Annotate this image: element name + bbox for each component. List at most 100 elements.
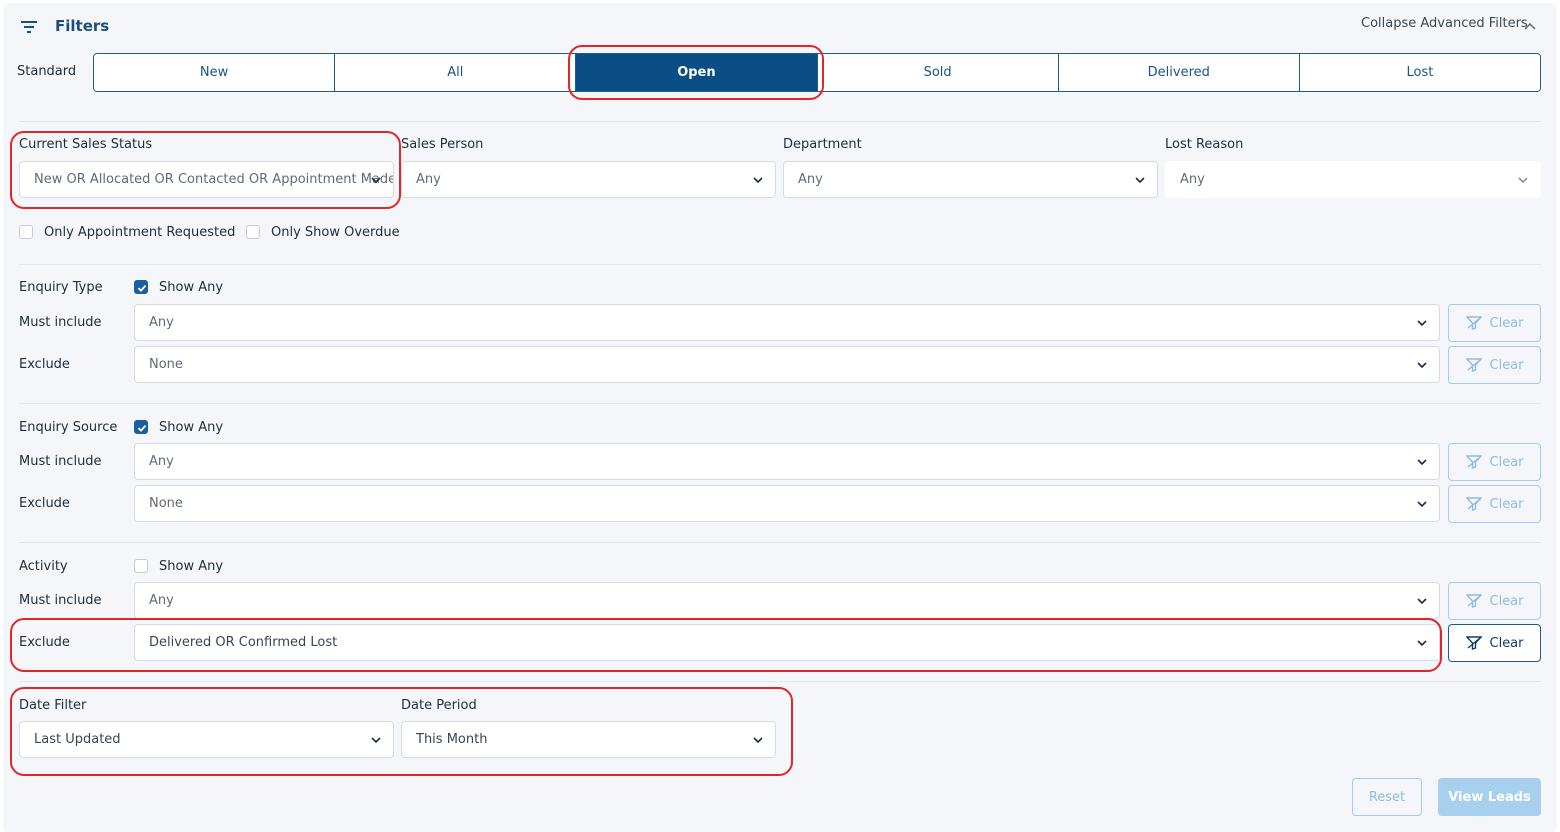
activity-must-include-value: Any	[149, 593, 174, 608]
date-period-label: Date Period	[401, 698, 477, 713]
filter-clear-icon	[1465, 636, 1482, 650]
tab-open[interactable]: Open	[576, 54, 818, 91]
date-filter-value: Last Updated	[34, 732, 121, 747]
enquiry-type-exclude-value: None	[149, 357, 183, 372]
enquiry-type-must-include-select[interactable]: Any	[134, 304, 1440, 341]
department-label: Department	[783, 137, 862, 152]
chevron-down-icon	[371, 737, 381, 744]
chevron-down-icon	[1417, 320, 1427, 327]
divider	[19, 542, 1541, 543]
activity-show-any-label: Show Any	[159, 559, 224, 574]
chevron-down-icon	[753, 737, 763, 744]
enquiry-source-exclude-select[interactable]: None	[134, 485, 1440, 522]
enquiry-source-label: Enquiry Source	[19, 420, 118, 435]
divider	[19, 681, 1541, 682]
sales-person-value: Any	[416, 172, 441, 187]
current-sales-status-label: Current Sales Status	[19, 137, 153, 152]
only-appointment-requested-checkbox[interactable]	[19, 225, 33, 239]
tab-sold[interactable]: Sold	[817, 54, 1059, 91]
current-sales-status-value: New OR Allocated OR Contacted OR Appoint…	[34, 172, 394, 187]
department-select[interactable]: Any	[783, 161, 1158, 198]
sales-person-select[interactable]: Any	[401, 161, 776, 198]
chevron-down-icon	[1417, 362, 1427, 369]
activity-must-include-select[interactable]: Any	[134, 582, 1440, 619]
sales-person-label: Sales Person	[401, 137, 484, 152]
enquiry-source-show-any-checkbox[interactable]	[134, 420, 148, 434]
tab-lost[interactable]: Lost	[1299, 54, 1540, 91]
enquiry-type-show-any-checkbox[interactable]	[134, 280, 148, 294]
enquiry-source-must-include-select[interactable]: Any	[134, 443, 1440, 480]
current-sales-status-select[interactable]: New OR Allocated OR Contacted OR Appoint…	[19, 161, 394, 198]
check-icon	[137, 424, 147, 432]
department-value: Any	[798, 172, 823, 187]
activity-show-any-checkbox[interactable]	[134, 559, 148, 573]
activity-label: Activity	[19, 559, 68, 574]
chevron-down-icon	[1417, 501, 1427, 508]
only-show-overdue-checkbox[interactable]	[246, 225, 260, 239]
activity-exclude-clear-button[interactable]: Clear	[1448, 624, 1541, 662]
check-icon	[137, 284, 147, 292]
activity-exclude-select[interactable]: Delivered OR Confirmed Lost	[134, 624, 1440, 661]
chevron-down-icon	[371, 177, 381, 184]
clear-label: Clear	[1489, 635, 1524, 651]
divider	[19, 264, 1541, 265]
date-period-select[interactable]: This Month	[401, 721, 776, 758]
filter-clear-icon	[1465, 455, 1482, 469]
divider	[19, 121, 1541, 122]
date-filter-label: Date Filter	[19, 698, 87, 713]
enquiry-source-must-include-value: Any	[149, 454, 174, 469]
clear-label: Clear	[1489, 593, 1524, 609]
enquiry-type-show-any-label: Show Any	[159, 280, 224, 295]
enquiry-source-exclude-label: Exclude	[19, 496, 70, 511]
standard-label: Standard	[17, 64, 77, 79]
enquiry-type-label: Enquiry Type	[19, 280, 103, 295]
enquiry-type-exclude-clear-button[interactable]: Clear	[1448, 346, 1541, 384]
filter-clear-icon	[1465, 316, 1482, 330]
activity-exclude-label: Exclude	[19, 635, 70, 650]
enquiry-source-must-include-label: Must include	[19, 454, 102, 469]
chevron-down-icon	[1417, 598, 1427, 605]
activity-exclude-value: Delivered OR Confirmed Lost	[149, 635, 338, 650]
only-show-overdue-label: Only Show Overdue	[271, 225, 400, 240]
activity-must-include-label: Must include	[19, 593, 102, 608]
clear-label: Clear	[1489, 454, 1524, 470]
enquiry-source-exclude-value: None	[149, 496, 183, 511]
filter-clear-icon	[1465, 497, 1482, 511]
enquiry-type-exclude-select[interactable]: None	[134, 346, 1440, 383]
enquiry-source-must-include-clear-button[interactable]: Clear	[1448, 443, 1541, 481]
enquiry-type-must-include-clear-button[interactable]: Clear	[1448, 304, 1541, 342]
lost-reason-select[interactable]: Any	[1165, 161, 1541, 198]
collapse-advanced-filters-link[interactable]: Collapse Advanced Filters	[1361, 16, 1528, 31]
activity-must-include-clear-button[interactable]: Clear	[1448, 582, 1541, 620]
only-appointment-requested-label: Only Appointment Requested	[44, 225, 236, 240]
enquiry-type-must-include-label: Must include	[19, 315, 102, 330]
chevron-down-icon	[753, 177, 763, 184]
date-period-value: This Month	[416, 732, 488, 747]
chevron-down-icon	[1417, 459, 1427, 466]
chevron-down-icon	[1518, 177, 1528, 184]
enquiry-source-exclude-clear-button[interactable]: Clear	[1448, 485, 1541, 523]
enquiry-type-exclude-label: Exclude	[19, 357, 70, 372]
date-filter-select[interactable]: Last Updated	[19, 721, 394, 758]
divider	[19, 403, 1541, 404]
clear-label: Clear	[1489, 357, 1524, 373]
filter-clear-icon	[1465, 594, 1482, 608]
chevron-down-icon	[1417, 640, 1427, 647]
tab-new[interactable]: New	[94, 54, 336, 91]
chevron-up-icon[interactable]	[1522, 18, 1538, 34]
chevron-down-icon	[1135, 177, 1145, 184]
tab-all[interactable]: All	[335, 54, 577, 91]
standard-segmented-control: New All Open Sold Delivered Lost	[93, 53, 1541, 92]
lost-reason-value: Any	[1180, 172, 1205, 187]
reset-button[interactable]: Reset	[1352, 778, 1422, 816]
clear-label: Clear	[1489, 315, 1524, 331]
enquiry-source-show-any-label: Show Any	[159, 420, 224, 435]
clear-label: Clear	[1489, 496, 1524, 512]
tab-delivered[interactable]: Delivered	[1058, 54, 1300, 91]
view-leads-button[interactable]: View Leads	[1438, 778, 1541, 816]
filters-panel	[3, 3, 1557, 832]
enquiry-type-must-include-value: Any	[149, 315, 174, 330]
lost-reason-label: Lost Reason	[1165, 137, 1244, 152]
filters-title: Filters	[55, 17, 110, 35]
filter-icon[interactable]	[19, 19, 39, 35]
